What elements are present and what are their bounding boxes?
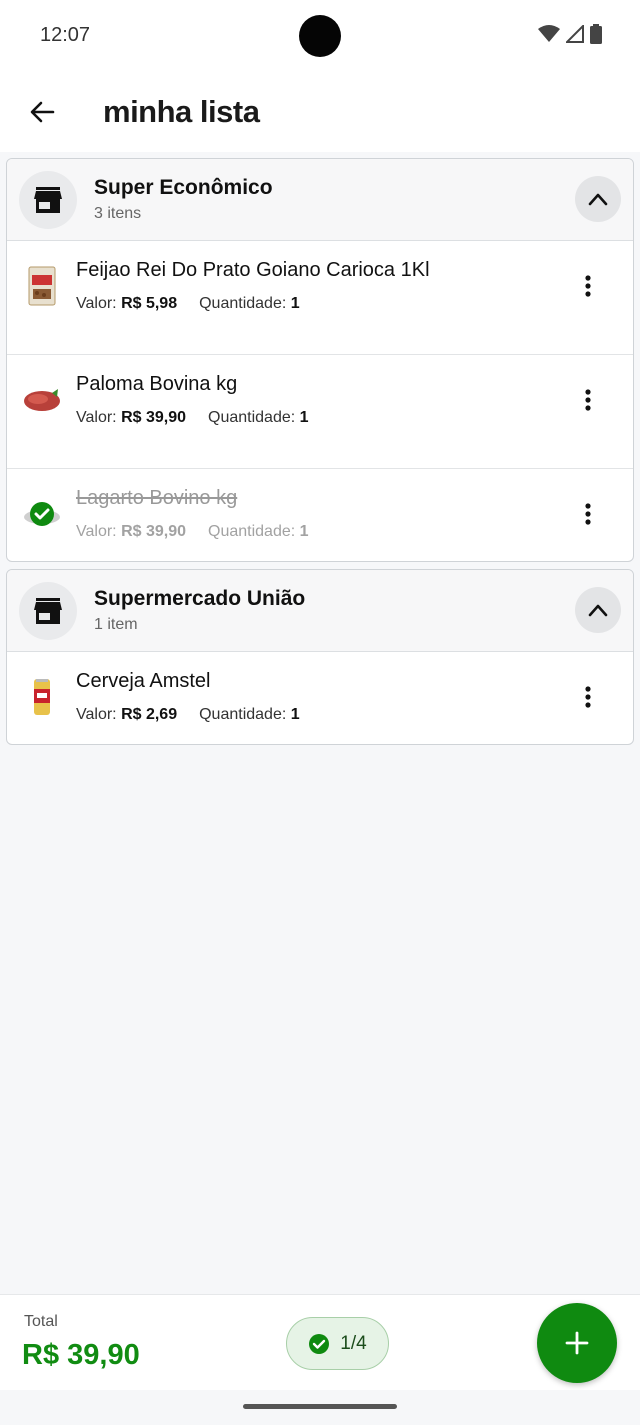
page-title: minha lista — [103, 94, 260, 129]
plus-icon — [565, 1331, 589, 1355]
list-item[interactable]: Feijao Rei Do Prato Goiano Carioca 1Kl V… — [7, 241, 633, 355]
price-value: R$ 5,98 — [121, 295, 178, 312]
product-name: Lagarto Bovino kg — [76, 487, 238, 509]
product-image — [21, 265, 63, 307]
more-vert-icon — [585, 503, 591, 525]
store-icon — [34, 187, 62, 213]
store-header[interactable]: Supermercado União 1 item — [7, 570, 633, 652]
quantity-label: Quantidade: — [199, 706, 287, 723]
price-value: R$ 39,90 — [121, 409, 186, 426]
product-image — [21, 379, 63, 421]
quantity-value: 1 — [290, 295, 300, 312]
quantity-label: Quantidade: — [208, 523, 296, 540]
product-image — [21, 676, 63, 718]
product-meta: Valor: R$ 5,98 Quantidade: 1 — [76, 295, 300, 313]
more-vert-icon — [585, 389, 591, 411]
shopping-list: Super Econômico 3 itens Feijao Rei Do Pr… — [6, 158, 634, 752]
store-card-supermercado-uniao: Supermercado União 1 item Cerveja Amstel… — [6, 569, 634, 745]
store-avatar — [19, 582, 77, 640]
app-bar: minha lista — [0, 72, 640, 152]
store-card-super-economico: Super Econômico 3 itens Feijao Rei Do Pr… — [6, 158, 634, 562]
product-meta: Valor: R$ 2,69 Quantidade: 1 — [76, 706, 300, 724]
quantity-label: Quantidade: — [199, 295, 287, 312]
bean-bag-icon — [28, 266, 56, 306]
quantity-value: 1 — [299, 523, 309, 540]
price-value: R$ 39,90 — [121, 523, 186, 540]
item-menu-button[interactable] — [573, 499, 603, 529]
total-value: R$ 39,90 — [22, 1339, 140, 1371]
back-button[interactable] — [22, 92, 62, 132]
store-avatar — [19, 171, 77, 229]
chevron-up-icon — [588, 193, 608, 206]
price-label: Valor: — [76, 706, 117, 723]
status-bar: 12:07 — [0, 0, 640, 72]
store-item-count: 3 itens — [94, 205, 142, 222]
progress-count: 1/4 — [340, 1332, 367, 1354]
item-menu-button[interactable] — [573, 271, 603, 301]
store-name: Super Econômico — [94, 176, 273, 199]
system-icons — [538, 24, 602, 44]
beer-can-icon — [34, 679, 50, 715]
price-label: Valor: — [76, 523, 117, 540]
price-value: R$ 2,69 — [121, 706, 178, 723]
meat-icon — [24, 389, 60, 411]
quantity-label: Quantidade: — [208, 409, 296, 426]
store-header[interactable]: Super Econômico 3 itens — [7, 159, 633, 241]
status-time: 12:07 — [40, 24, 91, 46]
more-vert-icon — [585, 686, 591, 708]
collapse-button[interactable] — [575, 176, 621, 222]
product-name: Cerveja Amstel — [76, 670, 211, 692]
more-vert-icon — [585, 275, 591, 297]
list-item[interactable]: Paloma Bovina kg Valor: R$ 39,90 Quantid… — [7, 355, 633, 469]
check-circle-icon — [309, 1333, 330, 1354]
item-menu-button[interactable] — [573, 385, 603, 415]
wifi-icon — [538, 25, 560, 42]
quantity-value: 1 — [299, 409, 309, 426]
collapse-button[interactable] — [575, 587, 621, 633]
price-label: Valor: — [76, 295, 117, 312]
home-gesture-handle[interactable] — [243, 1404, 397, 1409]
product-name: Feijao Rei Do Prato Goiano Carioca 1Kl — [76, 259, 430, 281]
store-icon — [34, 598, 62, 624]
checked-circle-icon — [24, 502, 60, 526]
product-name: Paloma Bovina kg — [76, 373, 238, 395]
store-name: Supermercado União — [94, 587, 306, 610]
product-meta: Valor: R$ 39,90 Quantidade: 1 — [76, 409, 309, 427]
add-item-button[interactable] — [537, 1303, 617, 1383]
signal-icon — [566, 25, 584, 43]
battery-icon — [590, 24, 602, 44]
chevron-up-icon — [588, 604, 608, 617]
list-item[interactable]: Cerveja Amstel Valor: R$ 2,69 Quantidade… — [7, 652, 633, 744]
store-item-count: 1 item — [94, 616, 138, 633]
product-image — [21, 493, 63, 535]
progress-chip[interactable]: 1/4 — [286, 1317, 389, 1370]
price-label: Valor: — [76, 409, 117, 426]
item-menu-button[interactable] — [573, 682, 603, 712]
product-meta: Valor: R$ 39,90 Quantidade: 1 — [76, 523, 309, 541]
total-label: Total — [24, 1313, 58, 1330]
list-item-checked[interactable]: Lagarto Bovino kg Valor: R$ 39,90 Quanti… — [7, 469, 633, 561]
arrow-left-icon — [30, 101, 55, 123]
front-camera — [299, 15, 341, 57]
quantity-value: 1 — [290, 706, 300, 723]
